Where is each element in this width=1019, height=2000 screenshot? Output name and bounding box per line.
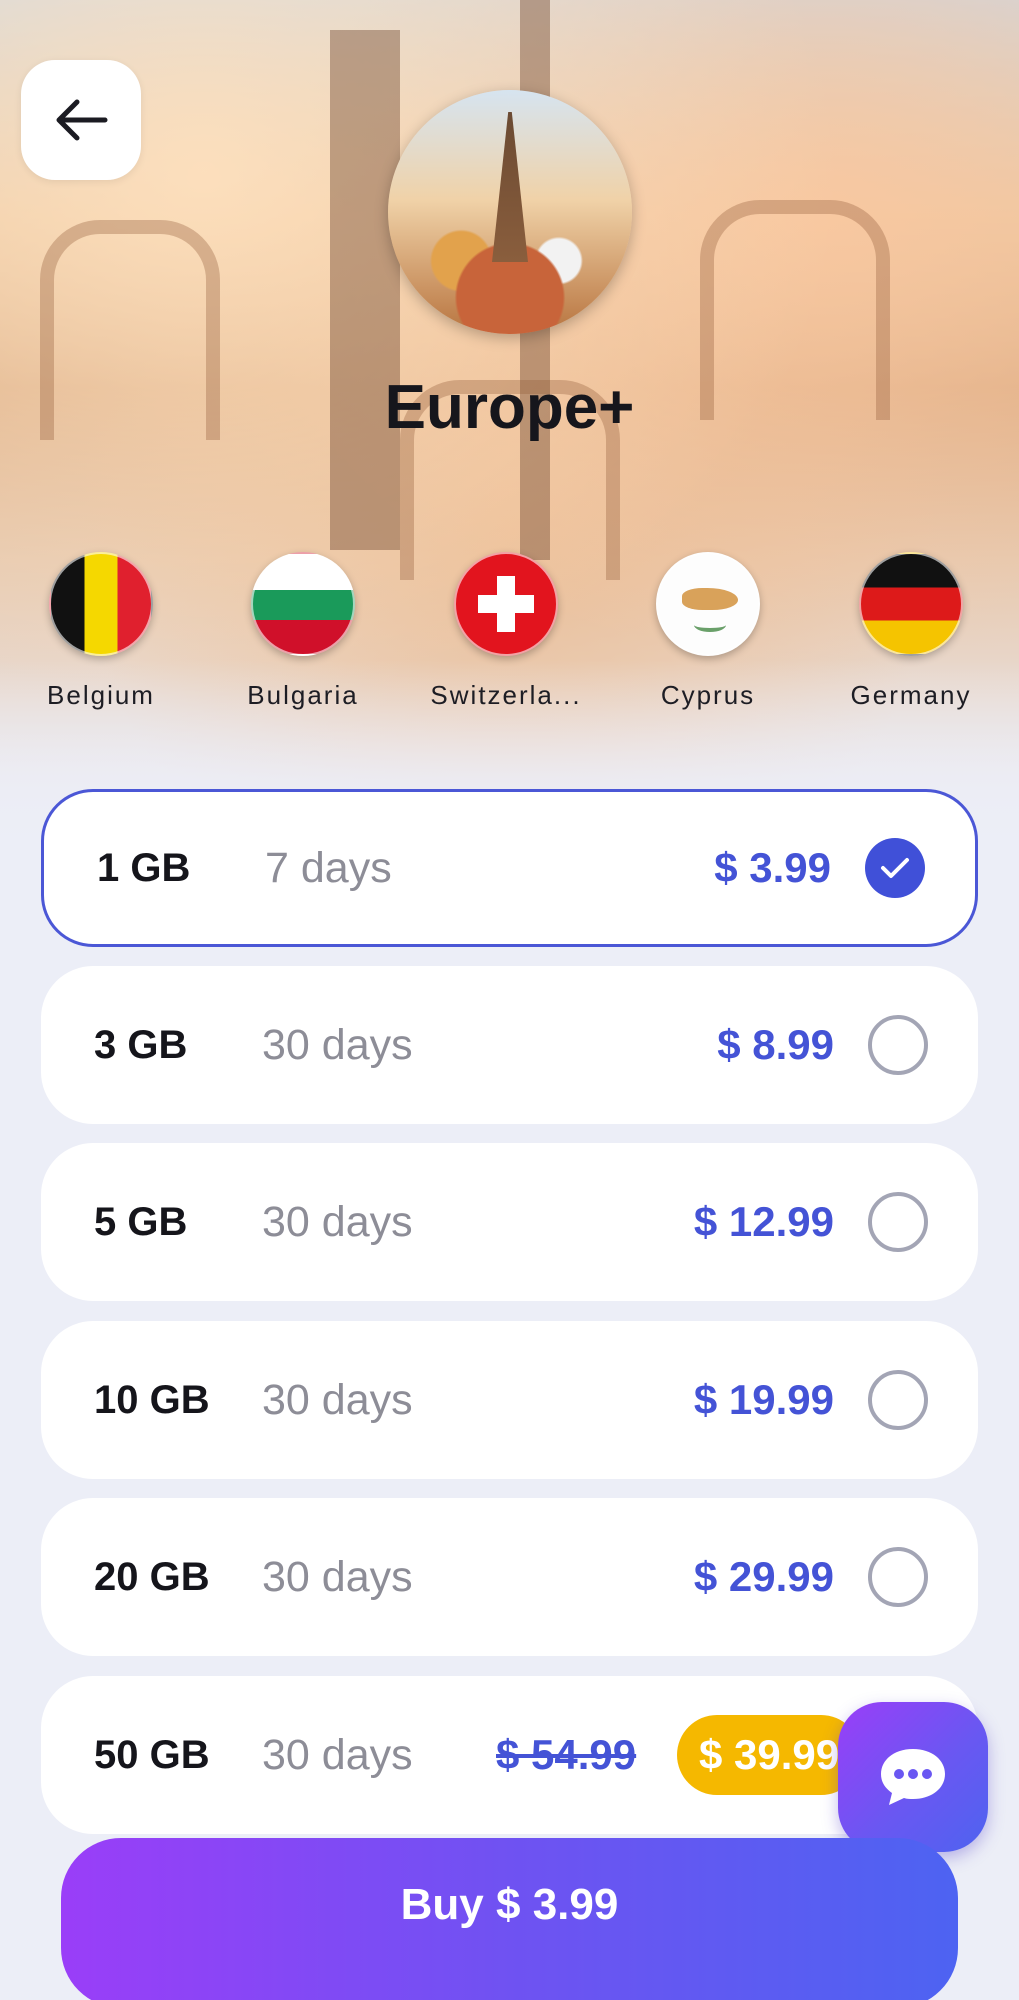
plan-price: $ 12.99: [693, 1198, 834, 1245]
arrow-left-icon: [56, 99, 108, 141]
plan-radio[interactable]: [868, 1192, 928, 1252]
country-item-germany[interactable]: Germany: [811, 552, 1011, 711]
tower-silhouette: [330, 30, 400, 550]
country-label: Bulgaria: [247, 680, 359, 710]
plan-data-amount: 3 GB: [94, 1022, 188, 1067]
country-label: Cyprus: [660, 680, 756, 710]
germany-flag-icon: [859, 552, 963, 656]
country-item-belgium[interactable]: Belgium: [1, 552, 201, 711]
plan-radio[interactable]: [868, 1547, 928, 1607]
plan-duration: 30 days: [262, 1552, 413, 1601]
plan-data-amount: 10 GB: [94, 1377, 210, 1422]
country-item-switzerland[interactable]: Switzerla...: [406, 552, 606, 711]
plan-price: $ 19.99: [693, 1376, 834, 1423]
plan-price: $ 29.99: [693, 1553, 834, 1600]
plan-option-3gb[interactable]: 3 GB 30 days $ 8.99: [41, 966, 978, 1124]
back-button[interactable]: [21, 60, 141, 180]
page-title: Europe+: [384, 373, 635, 442]
cyprus-flag-icon: [656, 552, 760, 656]
plan-radio-checked[interactable]: [865, 838, 925, 898]
plan-radio[interactable]: [868, 1015, 928, 1075]
switzerland-flag-icon: [454, 552, 558, 656]
plan-data-amount: 1 GB: [97, 845, 191, 890]
buy-button[interactable]: Buy $ 3.99: [61, 1838, 958, 2000]
plan-duration: 30 days: [262, 1020, 413, 1069]
country-list[interactable]: Belgium Bulgaria Switzerla... Cyprus Ger…: [0, 552, 1019, 722]
country-item-bulgaria[interactable]: Bulgaria: [203, 552, 403, 711]
plan-duration: 7 days: [265, 843, 392, 892]
plan-duration: 30 days: [262, 1730, 413, 1779]
plan-data-amount: 20 GB: [94, 1554, 210, 1599]
plan-radio[interactable]: [868, 1370, 928, 1430]
country-item-cyprus[interactable]: Cyprus: [608, 552, 808, 711]
chat-bubble-icon: [881, 1749, 945, 1805]
plan-data-amount: 5 GB: [94, 1199, 188, 1244]
belgium-flag-icon: [49, 552, 153, 656]
plan-option-1gb[interactable]: 1 GB 7 days $ 3.99: [41, 789, 978, 947]
plan-option-5gb[interactable]: 5 GB 30 days $ 12.99: [41, 1143, 978, 1301]
plan-price: $ 8.99: [717, 1021, 834, 1068]
plan-data-amount: 50 GB: [94, 1732, 210, 1777]
country-label: Switzerla...: [430, 680, 582, 710]
bulgaria-flag-icon: [251, 552, 355, 656]
chat-support-button[interactable]: [838, 1702, 988, 1852]
buy-button-label: Buy $ 3.99: [400, 1880, 619, 1929]
plan-option-10gb[interactable]: 10 GB 30 days $ 19.99: [41, 1321, 978, 1479]
plan-old-price: $ 54.99: [496, 1731, 637, 1778]
plan-option-20gb[interactable]: 20 GB 30 days $ 29.99: [41, 1498, 978, 1656]
checkmark-icon: [881, 858, 909, 878]
eiffel-tower-illustration: [492, 112, 528, 262]
plan-duration: 30 days: [262, 1375, 413, 1424]
country-label: Germany: [850, 680, 972, 710]
plan-discount-price-badge: $ 39.99: [677, 1715, 862, 1795]
destination-image: [388, 90, 632, 334]
plan-duration: 30 days: [262, 1197, 413, 1246]
country-label: Belgium: [47, 680, 155, 710]
plan-price: $ 3.99: [714, 844, 831, 891]
